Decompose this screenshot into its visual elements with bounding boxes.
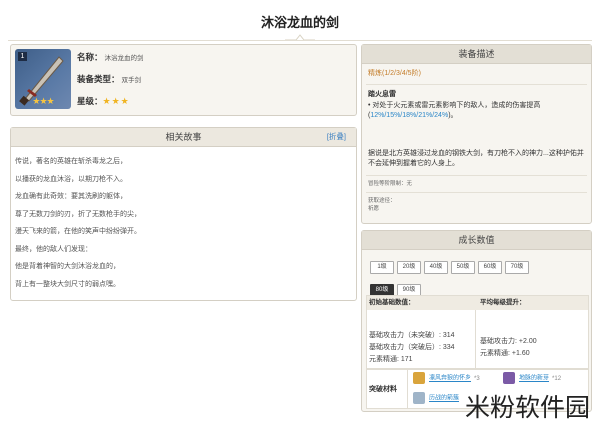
story-line: 背上有一整块大剑尺寸的弱点嘿。	[15, 280, 120, 288]
material-icon	[413, 372, 425, 384]
level-button[interactable]: 40级	[424, 261, 448, 274]
skill-values: 12%/15%/18%/21%/24%	[370, 112, 449, 119]
growth-stats-panel: 成长数值 1级 20级 40级 50级 60级 70级 80级 90级 初始基础数值： 平均每…	[361, 230, 592, 412]
source-label: 获取途径：	[368, 198, 396, 204]
story-title: 相关故事	[165, 132, 202, 142]
story-line: 龙血确有此奇效：要其洗刷的躯体，	[15, 193, 127, 200]
weapon-type-row: 装备类型： 双手剑	[77, 74, 142, 84]
story-line: 传说，著名的英雄在斩杀毒龙之后，	[15, 158, 127, 165]
skill-name: 踏火息雷	[368, 91, 396, 98]
base-stats-heading: 初始基础数值：	[369, 299, 415, 306]
column-divider	[475, 310, 476, 368]
material-item[interactable]: 地脉的新芽 *12	[503, 372, 561, 384]
site-watermark: 米粉软件园	[464, 393, 590, 422]
description-header: 装备描述	[362, 45, 591, 64]
story-line: 他是背着神智的大剑沐浴龙血的，	[15, 263, 120, 270]
level-button[interactable]: 1级	[370, 261, 394, 274]
story-text: 传说，著名的英雄在斩杀毒龙之后， 以播获的龙血沐浴，以期刀枪不入。 龙血确有此奇…	[11, 147, 356, 299]
stats-table: 初始基础数值： 平均每级提升： 基础攻击力（未突破）: 314 基础攻击力（突破…	[366, 295, 589, 369]
stats-table-header: 初始基础数值： 平均每级提升：	[367, 296, 588, 310]
source-value: 祈愿	[368, 206, 380, 212]
elemental-mastery: 元素精通: 171	[369, 356, 413, 363]
rarity-stars: ★★★	[102, 96, 130, 106]
weapon-name-row: 名称： 沐浴龙血的剑	[77, 52, 144, 62]
level-button[interactable]: 20级	[397, 261, 421, 274]
level-button[interactable]: 50级	[451, 261, 475, 274]
base-atk-unascended: 基础攻击力（未突破）: 314	[369, 332, 455, 339]
materials-label: 突破材料	[369, 386, 397, 393]
level-button[interactable]: 70级	[505, 261, 529, 274]
per-level-stats: 基础攻击力: +2.00 元素精通: +1.60	[480, 336, 537, 360]
skill-description: • 对处于火元素或雷元素影响下的敌人，造成的伤害提高(12%/15%/18%/2…	[368, 102, 541, 119]
story-line: 以播获的龙血沐浴，以期刀枪不入。	[15, 175, 127, 183]
weapon-rarity-row: 星级：★★★	[77, 96, 130, 106]
story-panel: 相关故事 [折叠] 传说，著名的英雄在斩杀毒龙之后， 以播获的龙血沐浴，以期刀枪…	[10, 127, 357, 301]
story-header: 相关故事 [折叠]	[11, 128, 356, 147]
equipment-description-panel: 装备描述 精炼(1/2/3/4/5阶) 踏火息雷 • 对处于火元素或雷元素影响下…	[361, 44, 592, 224]
level-button[interactable]: 60级	[478, 261, 502, 274]
material-icon	[503, 372, 515, 384]
per-level-heading: 平均每级提升：	[480, 299, 526, 306]
story-line: 最终，他的敌人们发现：	[15, 245, 92, 253]
story-line: 漫天飞来的箭，在他的笑声中纷纷弹开。	[15, 228, 141, 235]
adventure-rank-limit: 冒险等阶限制：无	[368, 181, 413, 187]
atk-per-level: 基础攻击力: +2.00	[480, 338, 537, 345]
page-title: 沐浴龙血的剑	[260, 15, 339, 30]
material-item[interactable]: 历战的箭簇	[413, 392, 462, 404]
refinement-label: 精炼(1/2/3/4/5阶)	[368, 70, 421, 77]
stats-table-body: 基础攻击力（未突破）: 314 基础攻击力（突破后）: 334 元素精通: 17…	[367, 310, 588, 368]
column-divider	[407, 370, 408, 408]
weapon-image: 1 ★★★	[15, 49, 71, 109]
growth-header: 成长数值	[362, 231, 591, 250]
story-line: 尊了无数刀剑的刃，折了无数枪手的尖，	[15, 210, 141, 218]
material-item[interactable]: 凛风奔狼的怀乡 *3	[413, 372, 480, 384]
weapon-card: 1 ★★★ 名称： 沐浴龙血的剑 装备类型： 双手剑 星级：★★★	[10, 44, 357, 116]
base-atk-ascended: 基础攻击力（突破后）: 334	[369, 344, 455, 351]
weapon-lore: 据说是北方英雄浸过龙血的钢铁大剑，有刀枪不入的神力...这种护佑并不会延伸到握着…	[368, 150, 584, 167]
material-icon	[413, 392, 425, 404]
story-collapse-link[interactable]: [折叠]	[327, 128, 346, 146]
divider	[366, 192, 587, 193]
title-divider	[8, 40, 592, 41]
em-per-level: 元素精通: +1.60	[480, 350, 530, 357]
base-stats: 基础攻击力（未突破）: 314 基础攻击力（突破后）: 334 元素精通: 17…	[369, 330, 455, 366]
divider	[366, 175, 587, 176]
image-stars: ★★★	[32, 96, 54, 106]
